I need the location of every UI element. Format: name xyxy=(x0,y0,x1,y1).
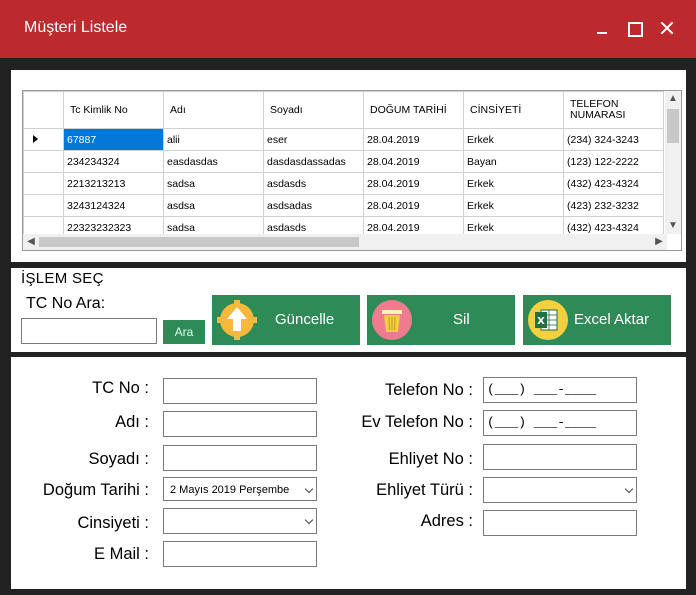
table-cell[interactable]: Bayan xyxy=(463,150,564,173)
update-icon xyxy=(217,300,257,340)
table-cell[interactable]: easdasdas xyxy=(163,150,264,173)
birth-date-label: Doğum Tarihi : xyxy=(42,481,149,499)
table-cell[interactable]: 28.04.2019 xyxy=(363,128,464,151)
scroll-down-icon[interactable]: ▼ xyxy=(665,218,681,234)
row-header[interactable] xyxy=(23,150,64,173)
table-row[interactable]: 3243124324 asdsa asdsadas 28.04.2019 Erk… xyxy=(23,194,664,217)
operations-panel: İŞLEM SEÇ TC No Ara: Ara Güncelle Sil X … xyxy=(11,268,686,352)
table-cell[interactable]: alii xyxy=(163,128,264,151)
svg-text:X: X xyxy=(537,316,545,327)
license-type-select[interactable] xyxy=(483,477,637,503)
table-cell[interactable]: Erkek xyxy=(463,172,564,195)
tc-input[interactable] xyxy=(163,378,317,404)
surname-input[interactable] xyxy=(163,445,317,471)
column-header[interactable]: CİNSİYETİ xyxy=(463,91,564,129)
operations-title: İŞLEM SEÇ xyxy=(21,270,104,287)
table-row[interactable]: 2213213213 sadsa asdasds 28.04.2019 Erke… xyxy=(23,172,664,195)
tc-label: TC No : xyxy=(92,379,149,397)
close-icon[interactable] xyxy=(656,17,678,39)
gender-label: Cinsiyeti : xyxy=(77,514,149,532)
address-label: Adres : xyxy=(420,512,473,530)
table-cell[interactable]: sadsa xyxy=(163,172,264,195)
table-cell[interactable]: Erkek xyxy=(463,194,564,217)
table-cell[interactable]: Erkek xyxy=(463,128,564,151)
table-cell[interactable]: 2213213213 xyxy=(63,172,164,195)
name-label: Adı : xyxy=(115,413,149,431)
update-button-label: Güncelle xyxy=(275,311,335,328)
column-header[interactable]: DOĞUM TARİHİ xyxy=(363,91,464,129)
column-header[interactable]: Soyadı xyxy=(263,91,364,129)
name-input[interactable] xyxy=(163,411,317,437)
surname-label: Soyadı : xyxy=(88,450,149,468)
license-type-label: Ehliyet Türü : xyxy=(376,481,473,499)
table-cell[interactable]: (234) 324-3243 xyxy=(563,128,664,151)
grid-panel: Tc Kimlik No Adı Soyadı DOĞUM TARİHİ CİN… xyxy=(11,70,686,262)
chevron-down-icon[interactable] xyxy=(304,515,314,525)
window-title: Müşteri Listele xyxy=(24,19,128,36)
table-cell[interactable]: 28.04.2019 xyxy=(363,150,464,173)
column-header[interactable]: Adı xyxy=(163,91,264,129)
table-cell[interactable]: (123) 122-2222 xyxy=(563,150,664,173)
home-phone-input[interactable]: (___) ___-____ xyxy=(483,410,637,436)
maximize-icon[interactable] xyxy=(624,17,646,39)
row-header[interactable] xyxy=(23,172,64,195)
chevron-down-icon[interactable] xyxy=(624,484,634,494)
scroll-left-icon[interactable]: ◀ xyxy=(23,234,39,250)
grid-header-row: Tc Kimlik No Adı Soyadı DOĞUM TARİHİ CİN… xyxy=(23,91,664,129)
search-input[interactable] xyxy=(21,318,157,344)
email-label: E Mail : xyxy=(93,545,149,563)
email-input[interactable] xyxy=(163,541,317,567)
home-phone-label: Ev Telefon No : xyxy=(361,413,473,431)
address-input[interactable] xyxy=(483,510,637,536)
customer-grid[interactable]: Tc Kimlik No Adı Soyadı DOĞUM TARİHİ CİN… xyxy=(22,90,682,251)
table-cell[interactable]: (423) 232-3232 xyxy=(563,194,664,217)
table-cell[interactable]: 234234324 xyxy=(63,150,164,173)
column-header[interactable]: TELEFON NUMARASI xyxy=(563,91,664,129)
table-cell[interactable]: 3243124324 xyxy=(63,194,164,217)
vertical-scroll-thumb[interactable] xyxy=(667,109,679,143)
delete-button-label: Sil xyxy=(453,311,470,328)
table-cell[interactable]: (432) 423-4324 xyxy=(563,172,664,195)
horizontal-scrollbar[interactable]: ◀ ▶ xyxy=(23,234,667,250)
search-button[interactable]: Ara xyxy=(163,320,205,344)
table-cell[interactable]: asdasds xyxy=(263,172,364,195)
excel-icon: X xyxy=(528,300,568,340)
delete-button[interactable]: Sil xyxy=(367,295,515,345)
table-cell[interactable]: 67887 xyxy=(63,128,164,151)
table-cell[interactable]: eser xyxy=(263,128,364,151)
scroll-up-icon[interactable]: ▲ xyxy=(665,91,681,107)
gender-select[interactable] xyxy=(163,508,317,534)
table-row[interactable]: 67887 alii eser 28.04.2019 Erkek (234) 3… xyxy=(23,128,664,151)
column-header[interactable]: Tc Kimlik No xyxy=(63,91,164,129)
search-label: TC No Ara: xyxy=(26,295,106,312)
license-no-input[interactable] xyxy=(483,444,637,470)
row-header[interactable] xyxy=(23,194,64,217)
minimize-icon[interactable] xyxy=(592,17,614,39)
scroll-right-icon[interactable]: ▶ xyxy=(651,234,667,250)
chevron-down-icon[interactable] xyxy=(304,484,314,494)
table-cell[interactable]: asdsa xyxy=(163,194,264,217)
birth-date-picker[interactable]: 2 Mayıs 2019 Perşembe xyxy=(163,477,317,501)
row-header-corner xyxy=(23,91,64,129)
customer-form-panel: TC No : Adı : Soyadı : Doğum Tarihi : 2 … xyxy=(11,357,686,589)
excel-export-button-label: Excel Aktar xyxy=(574,311,650,328)
table-cell[interactable]: asdsadas xyxy=(263,194,364,217)
table-cell[interactable]: dasdasdassadas xyxy=(263,150,364,173)
title-bar: Müşteri Listele xyxy=(0,0,696,58)
phone-label: Telefon No : xyxy=(384,381,473,399)
excel-export-button[interactable]: X Excel Aktar xyxy=(523,295,671,345)
update-button[interactable]: Güncelle xyxy=(212,295,360,345)
table-row[interactable]: 234234324 easdasdas dasdasdassadas 28.04… xyxy=(23,150,664,173)
current-row-arrow-icon xyxy=(33,134,38,143)
license-no-label: Ehliyet No : xyxy=(388,450,473,468)
table-cell[interactable]: 28.04.2019 xyxy=(363,172,464,195)
phone-input[interactable]: (___) ___-____ xyxy=(483,377,637,403)
table-cell[interactable]: 28.04.2019 xyxy=(363,194,464,217)
trash-icon xyxy=(372,300,412,340)
horizontal-scroll-thumb[interactable] xyxy=(39,237,359,247)
row-header[interactable] xyxy=(23,128,64,151)
vertical-scrollbar[interactable]: ▲ ▼ xyxy=(665,91,681,234)
birth-date-value: 2 Mayıs 2019 Perşembe xyxy=(170,484,290,496)
